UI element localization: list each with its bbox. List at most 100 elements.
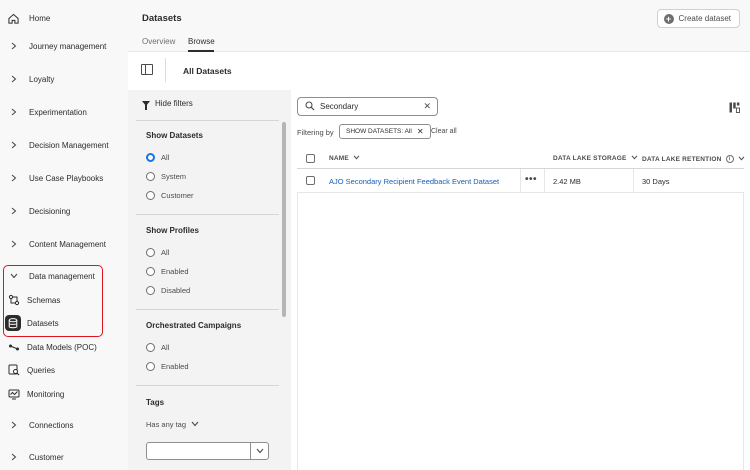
column-divider [544,169,545,193]
schema-icon [7,294,20,307]
radio-label: System [161,172,187,181]
chevron-down-icon [738,156,745,163]
radio-show-datasets-system[interactable]: System [146,172,186,181]
radio-show-profiles-enabled[interactable]: Enabled [146,267,189,276]
tab-browse[interactable]: Browse [188,37,215,46]
divider [136,309,279,310]
sidebar-item-use-case-playbooks[interactable]: Use Case Playbooks [0,168,128,188]
search-input[interactable] [320,102,420,111]
sidebar-item-monitoring[interactable]: Monitoring [0,384,128,404]
sidebar-item-datasets[interactable]: Datasets [0,313,128,333]
chevron-right-icon [9,240,18,249]
radio-label: Customer [161,191,194,200]
dataset-name-link[interactable]: AJO Secondary Recipient Feedback Event D… [329,177,499,186]
sidebar: Home Journey management Loyalty Experime… [0,0,128,470]
filter-chip-label: SHOW DATASETS: All [346,128,412,135]
sidebar-item-decision-management[interactable]: Decision Management [0,135,128,155]
radio-button [146,267,155,276]
radio-show-datasets-all[interactable]: All [146,153,169,162]
sidebar-item-data-models[interactable]: Data Models (POC) [0,337,128,357]
remove-filter-icon[interactable]: ✕ [417,127,424,136]
sidebar-item-queries[interactable]: Queries [0,360,128,380]
tag-dropdown-button[interactable] [250,442,269,460]
chevron-right-icon [9,108,18,117]
filter-chip[interactable]: SHOW DATASETS: All ✕ [339,124,431,139]
column-divider [520,169,521,193]
tab-selected-indicator [188,50,214,52]
column-label: DATA LAKE STORAGE [553,155,627,162]
divider [136,120,279,121]
column-header-storage[interactable]: DATA LAKE STORAGE [553,155,638,162]
divider [136,214,279,215]
page-header: Datasets + Create dataset Overview Brows… [128,0,750,52]
column-label: NAME [329,155,349,162]
column-header-name[interactable]: NAME [329,155,360,162]
clear-search-icon[interactable]: ✕ [423,101,431,112]
panel-toggle-icon[interactable] [141,64,153,75]
column-divider [633,169,634,193]
clear-all-button[interactable]: Clear all [431,128,457,135]
hide-filters-button[interactable]: Hide filters [142,99,193,110]
sidebar-item-loyalty[interactable]: Loyalty [0,69,128,89]
divider [136,385,279,386]
radio-button [146,191,155,200]
chevron-down-icon [9,272,18,281]
tag-match-label: Has any tag [146,420,187,429]
sidebar-item-customer[interactable]: Customer [0,447,128,467]
create-dataset-label: Create dataset [678,14,731,23]
info-icon[interactable]: i [725,155,734,163]
chevron-right-icon [9,174,18,183]
chevron-down-icon [353,155,360,162]
chevron-down-icon [631,155,638,162]
sidebar-item-content-management[interactable]: Content Management [0,234,128,254]
chevron-right-icon [9,421,18,430]
radio-label: Disabled [161,286,191,295]
column-label: DATA LAKE RETENTION [642,155,722,163]
query-icon [7,364,20,377]
search-field[interactable]: ✕ [297,97,438,116]
show-datasets-title: Show Datasets [146,131,203,140]
filter-scrollbar[interactable] [282,122,286,317]
radio-show-profiles-disabled[interactable]: Disabled [146,286,190,295]
sidebar-item-connections[interactable]: Connections [0,415,128,435]
select-all-checkbox[interactable] [306,154,315,163]
add-icon: + [663,13,674,24]
radio-label: Enabled [161,362,189,371]
radio-show-datasets-customer[interactable]: Customer [146,191,194,200]
column-settings-icon[interactable] [729,102,740,113]
chevron-down-icon [191,420,199,429]
radio-label: All [161,153,170,162]
tab-overview[interactable]: Overview [142,37,175,46]
radio-show-profiles-all[interactable]: All [146,248,169,257]
main-content: Datasets + Create dataset Overview Brows… [128,0,750,470]
filter-panel: Hide filters Show Datasets All System Cu… [128,90,291,470]
orchestrated-campaigns-title: Orchestrated Campaigns [146,321,242,330]
create-dataset-button[interactable]: + Create dataset [656,9,740,28]
radio-button [146,362,155,371]
section-title: All Datasets [183,66,232,76]
sidebar-item-home[interactable]: Home [0,8,128,28]
sidebar-item-experimentation[interactable]: Experimentation [0,102,128,122]
sidebar-item-data-management[interactable]: Data management [0,266,128,286]
radio-campaigns-enabled[interactable]: Enabled [146,362,189,371]
row-checkbox[interactable] [306,176,315,185]
column-header-retention[interactable]: DATA LAKE RETENTION i [642,155,745,163]
retention-value: 30 Days [642,177,670,186]
radio-label: All [161,248,170,257]
radio-campaigns-all[interactable]: All [146,343,169,352]
chevron-right-icon [9,207,18,216]
sidebar-item-schemas[interactable]: Schemas [0,290,128,310]
chevron-right-icon [9,75,18,84]
table-body [297,169,744,470]
more-actions-icon[interactable]: ••• [525,174,537,185]
sidebar-item-journey-management[interactable]: Journey management [0,36,128,56]
tag-match-select[interactable]: Has any tag [146,420,199,429]
storage-value: 2.42 MB [553,177,581,186]
radio-button [146,172,155,181]
search-icon [305,100,315,113]
sidebar-item-decisioning[interactable]: Decisioning [0,201,128,221]
chevron-right-icon [9,141,18,150]
tag-input[interactable] [146,442,251,460]
table-row[interactable]: AJO Secondary Recipient Feedback Event D… [297,169,744,193]
chevron-right-icon [9,453,18,462]
